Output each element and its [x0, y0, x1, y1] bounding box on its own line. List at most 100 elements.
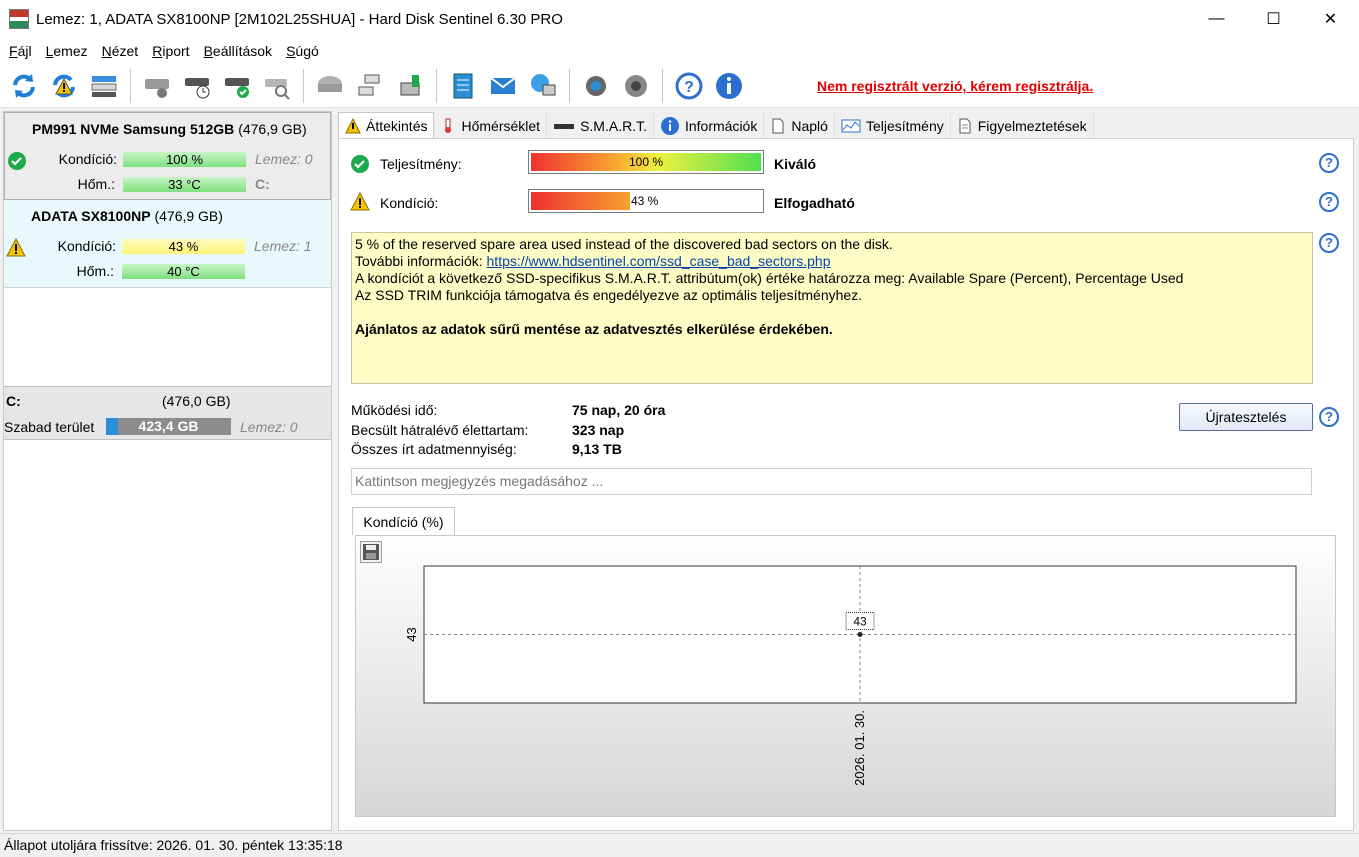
help-button[interactable]: ?: [669, 66, 709, 106]
about-button[interactable]: [709, 66, 749, 106]
help-icon[interactable]: ?: [1319, 153, 1339, 173]
refresh-icon: [13, 73, 35, 98]
tab-temperature[interactable]: Hőmérséklet: [434, 112, 548, 139]
disk-test-button[interactable]: [137, 66, 177, 106]
menu-settings[interactable]: Beállítások: [197, 43, 280, 59]
x-tick-label: 2026. 01. 30.: [852, 710, 867, 786]
alerts-document-icon: [959, 118, 971, 133]
refresh-warning-button[interactable]: [44, 66, 84, 106]
disk-search-button[interactable]: [257, 66, 297, 106]
minimize-button[interactable]: —: [1188, 0, 1245, 38]
volume-card[interactable]: C: (476,0 GB) Szabad terület 423,4 GB Le…: [4, 386, 331, 440]
disk-list-panel: PM991 NVMe Samsung 512GB (476,9 GB) Kond…: [3, 111, 332, 831]
disk-index: Lemez: 1: [254, 238, 312, 254]
refresh-button[interactable]: [4, 66, 44, 106]
window-title: Lemez: 1, ADATA SX8100NP [2M102L25SHUA] …: [36, 10, 563, 28]
maximize-button[interactable]: ☐: [1245, 0, 1302, 38]
disk-test-icon: [145, 78, 169, 98]
temperature-bar: 40 °C: [122, 264, 245, 279]
status-bar: Állapot utoljára frissítve: 2026. 01. 30…: [0, 833, 1359, 857]
hard-disk-icon: [318, 75, 342, 92]
help-icon[interactable]: ?: [1319, 233, 1339, 253]
condition-rating: Elfogadható: [774, 195, 855, 211]
window-controls: — ☐ ✕: [1188, 0, 1359, 38]
overview-panel: Teljesítmény: 100 % Kiváló ? Kondíció: 4…: [338, 138, 1354, 831]
help-icon[interactable]: ?: [1319, 407, 1339, 427]
drive-letter: C:: [255, 176, 270, 192]
title-bar: Lemez: 1, ADATA SX8100NP [2M102L25SHUA] …: [0, 0, 1359, 38]
warning-icon: [345, 118, 361, 134]
tab-information[interactable]: Információk: [653, 112, 765, 139]
tab-performance[interactable]: Teljesítmény: [834, 112, 951, 139]
document-icon: [772, 118, 784, 133]
external-disk-button[interactable]: [390, 66, 430, 106]
condition-bar: 100 %: [123, 152, 246, 167]
retest-button[interactable]: Újratesztelés: [1179, 403, 1313, 431]
free-space-bar: 423,4 GB: [106, 418, 231, 435]
data-point: [857, 632, 863, 637]
surface-test-button[interactable]: [310, 66, 350, 106]
svg-text:?: ?: [684, 79, 694, 96]
globe-monitor-icon: [531, 73, 556, 95]
toolbar: ? Nem regisztrált verzió, kérem regisztr…: [0, 64, 1359, 108]
performance-chart-icon: [841, 119, 861, 132]
tab-smart[interactable]: S.M.A.R.T.: [547, 112, 654, 139]
disk-check-icon: [225, 77, 249, 98]
email-report-button[interactable]: [483, 66, 523, 106]
disk-card-0[interactable]: PM991 NVMe Samsung 512GB (476,9 GB) Kond…: [4, 112, 331, 200]
info-link[interactable]: https://www.hdsentinel.com/ssd_case_bad_…: [487, 253, 831, 269]
condition-label: Kondíció:: [380, 195, 439, 211]
condition-info-box: 5 % of the reserved spare area used inst…: [351, 232, 1313, 384]
info-line: A kondíciót a következő SSD-specifikus S…: [355, 270, 1184, 286]
disk-ok-button[interactable]: [217, 66, 257, 106]
condition-value: 43 %: [631, 194, 659, 208]
note-input[interactable]: Kattintson megjegyzés megadásához ...: [351, 468, 1312, 495]
lifetime-label: Becsült hátralévő élettartam:: [351, 422, 529, 438]
tab-overview[interactable]: Áttekintés: [338, 112, 435, 139]
disk-name: ADATA SX8100NP (476,9 GB): [31, 208, 223, 224]
disk-clock-icon: [185, 77, 210, 98]
help-icon[interactable]: ?: [1319, 192, 1339, 212]
menu-view[interactable]: Nézet: [95, 43, 146, 59]
tab-alerts[interactable]: Figyelmeztetések: [950, 112, 1094, 139]
written-value: 9,13 TB: [572, 441, 622, 457]
disk-list-button[interactable]: [84, 66, 124, 106]
refresh-alert-icon: [53, 74, 75, 97]
report-notepad-icon: [453, 73, 473, 98]
condition-bar: 43 %: [528, 189, 764, 213]
close-button[interactable]: ✕: [1302, 0, 1359, 38]
preferences-button[interactable]: [576, 66, 616, 106]
tab-log[interactable]: Napló: [764, 112, 835, 139]
disk-list-icon: [91, 75, 117, 97]
disk-card-1[interactable]: ADATA SX8100NP (476,9 GB) Kondíció: 43 %…: [4, 200, 331, 288]
warning-icon: [350, 192, 370, 211]
menu-file[interactable]: Fájl: [2, 43, 39, 59]
toolbar-separator: [130, 68, 131, 103]
disk-search-icon: [265, 78, 290, 100]
menu-disk[interactable]: Lemez: [39, 43, 95, 59]
volume-letter: C:: [6, 393, 21, 409]
report-button[interactable]: [443, 66, 483, 106]
condition-label: Kondíció:: [57, 238, 116, 254]
disk-index: Lemez: 0: [255, 151, 313, 167]
thermometer-icon: [445, 118, 452, 133]
chart-tab-condition[interactable]: Kondíció (%): [352, 507, 455, 535]
network-disk-button[interactable]: [350, 66, 390, 106]
toolbar-separator: [303, 68, 304, 103]
uptime-label: Működési idő:: [351, 402, 438, 418]
menu-help[interactable]: Súgó: [279, 43, 326, 59]
web-report-button[interactable]: [523, 66, 563, 106]
network-disk-icon: [358, 74, 380, 95]
performance-value: 100 %: [629, 155, 664, 169]
registration-link[interactable]: Nem regisztrált verzió, kérem regisztrál…: [817, 78, 1093, 94]
disk-schedule-button[interactable]: [177, 66, 217, 106]
smart-disk-icon: [554, 123, 575, 129]
toolbar-separator: [662, 68, 663, 103]
disk-name: PM991 NVMe Samsung 512GB (476,9 GB): [32, 121, 307, 137]
menu-report[interactable]: Riport: [145, 43, 196, 59]
info-icon: [660, 116, 679, 135]
menu-bar: Fájl Lemez Nézet Riport Beállítások Súgó: [0, 38, 1359, 64]
condition-bar: 43 %: [122, 239, 245, 254]
sound-button[interactable]: [616, 66, 656, 106]
tab-strip: Áttekintés Hőmérséklet S.M.A.R.T. Inform…: [338, 112, 1094, 139]
